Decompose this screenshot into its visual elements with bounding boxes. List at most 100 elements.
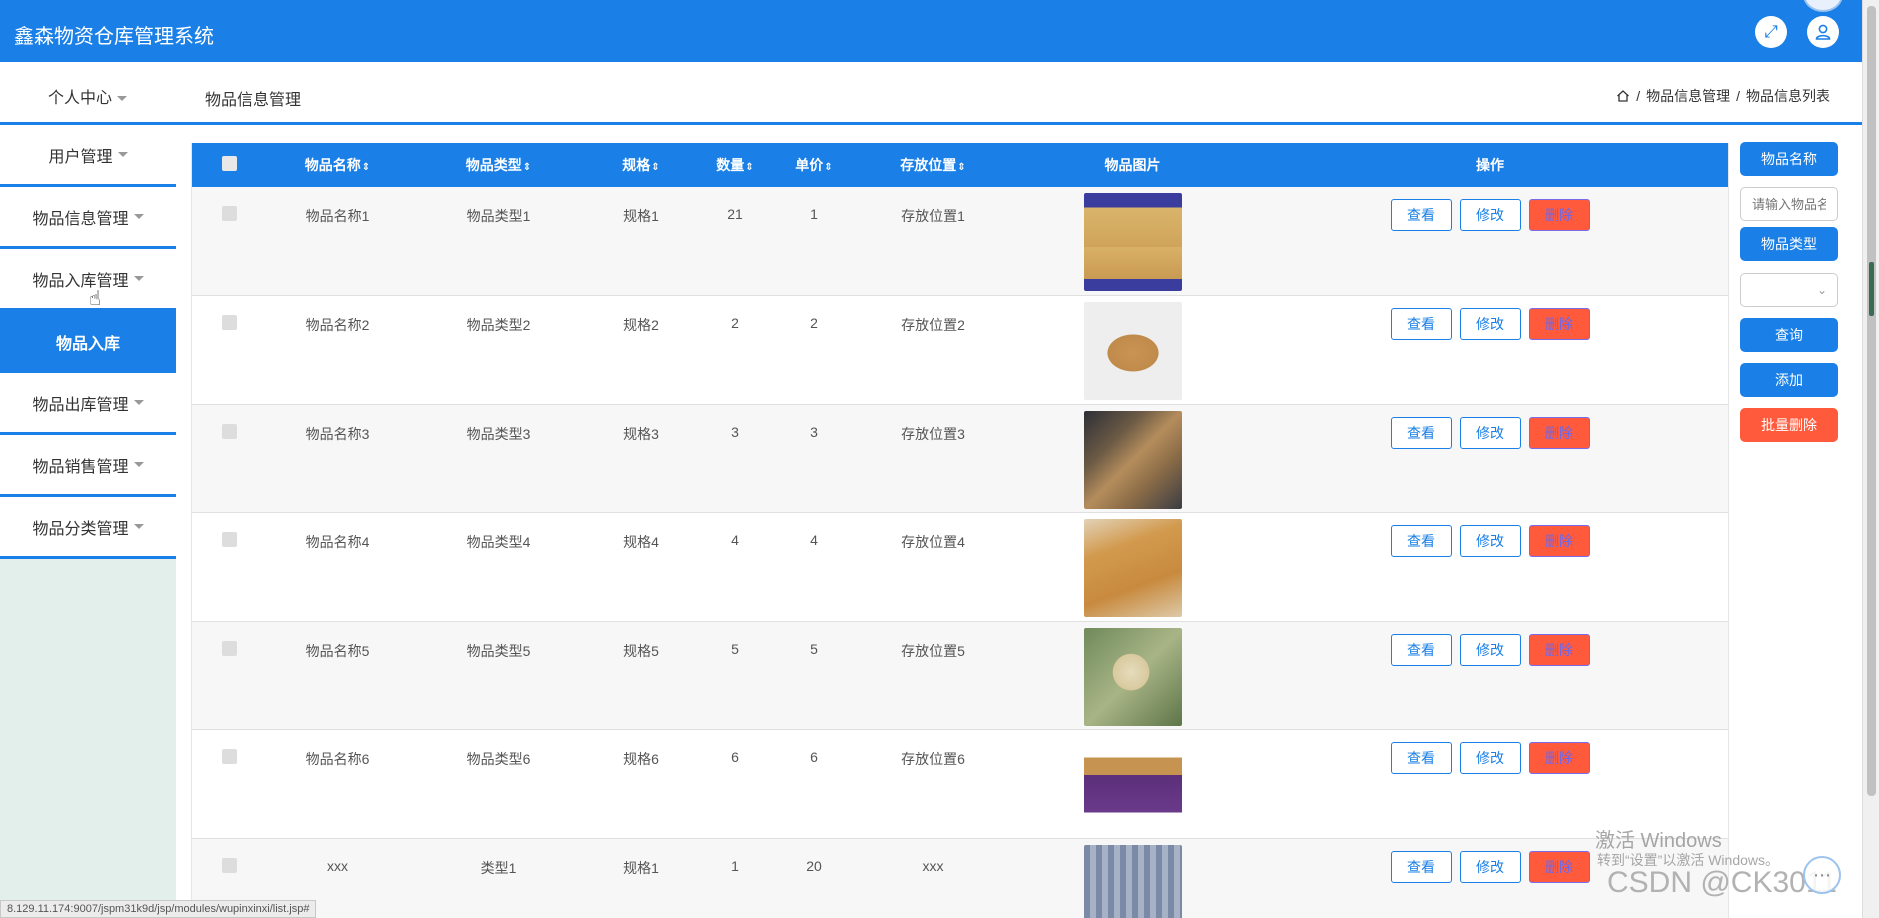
breadcrumb-item-module[interactable]: 物品信息管理: [1646, 86, 1730, 106]
chevron-down-icon: ⌄: [1816, 283, 1827, 297]
cell-spec: 规格2: [623, 317, 659, 333]
user-icon[interactable]: [1807, 16, 1839, 48]
top-bar: 鑫森物资仓库管理系统 ⤢: [0, 0, 1862, 62]
table-row: 物品名称5 物品类型5 规格5 5 5 存放位置5 查看 修改 删除: [192, 621, 1728, 730]
column-header-location[interactable]: 存放位置⇕: [851, 143, 1015, 187]
breadcrumb-separator: /: [1736, 88, 1740, 104]
sidebar-item-sales-management[interactable]: 物品销售管理: [0, 435, 176, 497]
view-button[interactable]: 查看: [1390, 199, 1452, 231]
type-filter-label: 物品类型: [1740, 227, 1838, 261]
goods-image-open-box: [1083, 519, 1182, 617]
row-checkbox[interactable]: [222, 640, 237, 656]
add-button[interactable]: 添加: [1740, 363, 1838, 397]
cell-actions: 查看 修改 删除: [1250, 404, 1728, 513]
cell-price: 4: [810, 532, 818, 548]
sidebar-item-inbound-management[interactable]: 物品入库管理: [0, 249, 176, 311]
delete-button[interactable]: 删除: [1528, 199, 1590, 231]
column-header-label: 存放位置: [900, 157, 957, 173]
cell-quantity: 4: [731, 532, 739, 548]
sidebar-item-users[interactable]: 用户管理: [0, 125, 176, 187]
table-row: 物品名称2 物品类型2 规格2 2 2 存放位置2 查看 修改 删除: [192, 295, 1728, 405]
cell-name: 物品名称1: [305, 208, 370, 224]
cell-name: 物品名称2: [305, 317, 370, 333]
select-all-checkbox[interactable]: [222, 156, 237, 171]
sort-icon: ⇕: [522, 162, 532, 173]
edit-button[interactable]: 修改: [1459, 308, 1521, 340]
sidebar: 用户管理 物品信息管理 物品入库管理 物品入库 物品出库管理 物品销售管理 物品…: [0, 125, 176, 918]
column-header-actions: 操作: [1476, 157, 1504, 173]
delete-button[interactable]: 删除: [1528, 525, 1590, 557]
query-button[interactable]: 查询: [1740, 318, 1838, 352]
view-button[interactable]: 查看: [1390, 525, 1452, 557]
sidebar-item-label: 物品信息管理: [32, 210, 129, 228]
delete-button[interactable]: 删除: [1528, 633, 1590, 666]
personal-center-menu[interactable]: 个人中心: [48, 84, 128, 108]
fullscreen-icon[interactable]: ⤢: [1755, 16, 1787, 48]
row-checkbox[interactable]: [222, 423, 237, 439]
delete-button[interactable]: 删除: [1528, 742, 1590, 774]
personal-center-label: 个人中心: [48, 90, 113, 107]
cell-actions: 查看 修改 删除: [1250, 621, 1728, 730]
table-row: 物品名称3 物品类型3 规格3 3 3 存放位置3 查看 修改 删除: [192, 404, 1728, 513]
name-search-input[interactable]: [1740, 187, 1838, 221]
sort-icon: ⇕: [745, 162, 754, 173]
hand-cursor-icon: ☝: [89, 288, 102, 310]
type-select[interactable]: ⌄: [1740, 273, 1838, 307]
sort-icon: ⇕: [957, 162, 966, 173]
edit-button[interactable]: 修改: [1459, 199, 1521, 231]
scrollbar-thumb[interactable]: [1867, 6, 1876, 796]
view-button[interactable]: 查看: [1390, 742, 1452, 774]
row-select-cell: [192, 187, 267, 296]
edit-button[interactable]: 修改: [1459, 416, 1521, 449]
view-button[interactable]: 查看: [1390, 416, 1452, 449]
view-button[interactable]: 查看: [1390, 308, 1452, 340]
page-title: 物品信息管理: [205, 92, 302, 109]
delete-button[interactable]: 删除: [1528, 416, 1590, 449]
column-header-quantity[interactable]: 数量⇕: [693, 143, 777, 187]
batch-delete-button[interactable]: 批量删除: [1740, 408, 1838, 442]
column-header-spec[interactable]: 规格⇕: [589, 143, 693, 187]
cell-quantity: 3: [731, 423, 739, 440]
edit-button[interactable]: 修改: [1459, 525, 1521, 557]
cell-price: 3: [810, 423, 818, 440]
column-header-name[interactable]: 物品名称⇕: [267, 143, 408, 187]
row-checkbox[interactable]: [222, 315, 237, 330]
cell-spec: 规格4: [623, 534, 659, 550]
row-checkbox[interactable]: [222, 749, 237, 764]
cell-image: [1015, 296, 1250, 405]
sidebar-item-label: 用户管理: [48, 148, 113, 166]
sidebar-item-goods-info[interactable]: 物品信息管理: [0, 187, 176, 249]
row-checkbox[interactable]: [222, 532, 237, 547]
cell-type: 物品类型1: [466, 208, 531, 224]
breadcrumb-item-list: 物品信息列表: [1746, 88, 1830, 104]
row-checkbox[interactable]: [222, 857, 237, 873]
row-checkbox[interactable]: [222, 206, 237, 221]
cell-price: 1: [810, 206, 818, 222]
edit-button[interactable]: 修改: [1459, 850, 1521, 883]
sidebar-item-label: 物品出库管理: [32, 396, 129, 414]
delete-button[interactable]: 删除: [1528, 850, 1590, 883]
sidebar-item-label: 物品入库: [55, 336, 120, 353]
scrollbar-marker: [1869, 262, 1874, 316]
view-button[interactable]: 查看: [1390, 850, 1452, 883]
sidebar-item-outbound-management[interactable]: 物品出库管理: [0, 373, 176, 435]
sidebar-item-category-management[interactable]: 物品分类管理: [0, 497, 176, 559]
cell-location: 存放位置5: [901, 642, 965, 659]
column-header-price[interactable]: 单价⇕: [777, 143, 851, 187]
view-button[interactable]: 查看: [1390, 633, 1452, 666]
goods-image-building: [1083, 844, 1182, 918]
page-scrollbar[interactable]: [1862, 0, 1879, 918]
floating-assistant-bubble[interactable]: [1803, 0, 1843, 12]
sidebar-item-inbound[interactable]: 物品入库: [0, 311, 176, 373]
column-header-type[interactable]: 物品类型⇕: [408, 143, 589, 187]
edit-button[interactable]: 修改: [1459, 633, 1521, 666]
delete-button[interactable]: 删除: [1528, 308, 1590, 340]
cell-name: 物品名称5: [305, 642, 370, 659]
home-icon[interactable]: [1616, 89, 1630, 103]
edit-button[interactable]: 修改: [1459, 742, 1521, 774]
chevron-down-icon: [133, 400, 144, 405]
sidebar-item-label: 物品入库管理: [32, 272, 129, 290]
cell-type: 物品类型5: [466, 642, 531, 659]
back-to-top-icon[interactable]: ⋯: [1803, 856, 1841, 894]
user-avatar-icon: [1815, 24, 1831, 40]
